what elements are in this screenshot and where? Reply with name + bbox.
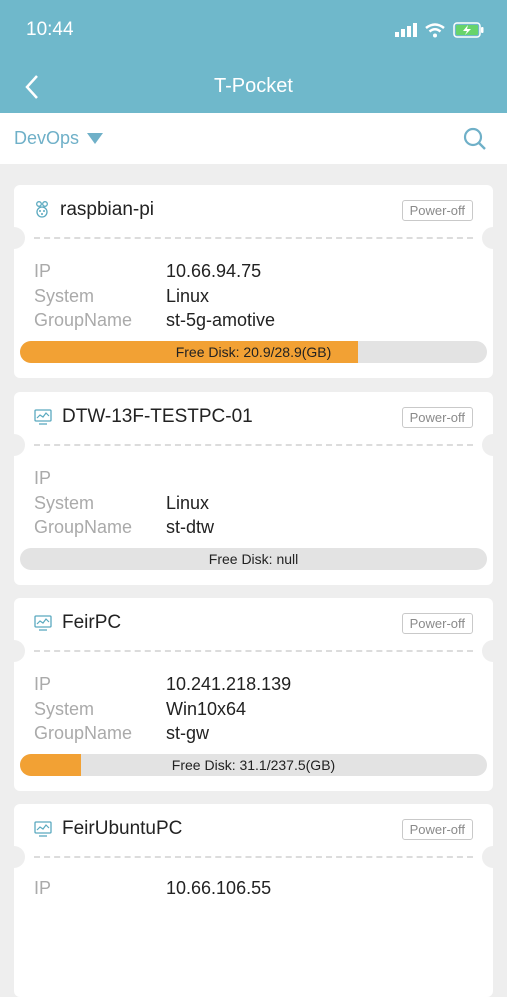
disk-bar: Free Disk: null [20,548,487,570]
raspberry-pi-icon [36,201,48,218]
groupname-label: GroupName [34,517,133,537]
system-label: System [34,286,95,306]
group-dropdown[interactable]: DevOps [14,128,104,149]
ip-value: 10.66.94.75 [166,261,262,281]
status-badge: Power-off [401,613,473,634]
top-bar: 10:44 T-Pocket [0,0,507,113]
signal-icon [395,23,417,37]
disk-text: Free Disk: null [208,551,299,567]
group-dropdown-label: DevOps [14,128,80,148]
divider [34,444,473,446]
groupname-value: st-5g-amotive [166,310,276,330]
ip-label: IP [34,468,52,488]
system-value: Win10x64 [166,699,247,719]
status-icons [395,22,485,38]
wifi-icon [425,22,445,37]
ip-value: 10.66.106.55 [166,878,272,898]
system-value: Linux [166,493,210,513]
disk-bar: Free Disk: 20.9/28.9(GB) [20,341,487,363]
device-name: FeirUbuntuPC [62,818,183,839]
ip-label: IP [34,674,52,694]
ip-label: IP [34,261,52,281]
system-value: Linux [166,286,210,306]
ip-value: 10.241.218.139 [166,674,292,694]
device-name: raspbian-pi [60,199,154,220]
device-card[interactable]: FeirPC Power-off IP 10.241.218.139 System… [3,598,504,791]
groupname-label: GroupName [34,310,133,330]
groupname-value: st-dtw [166,517,215,537]
divider [34,650,473,652]
monitor-icon [34,821,52,837]
system-label: System [34,699,95,719]
device-card[interactable]: DTW-13F-TESTPC-01 Power-off IP System Lin… [3,392,504,585]
device-card[interactable]: raspbian-pi Power-off IP 10.66.94.75 Syst… [3,185,504,378]
divider [34,856,473,858]
groupname-label: GroupName [34,723,133,743]
disk-bar: Free Disk: 31.1/237.5(GB) [20,754,487,776]
ip-label: IP [34,878,52,898]
device-card[interactable]: FeirUbuntuPC Power-off IP 10.66.106.55 [3,804,504,997]
page-title: T-Pocket [214,75,293,97]
disk-text: Free Disk: 20.9/28.9(GB) [175,344,332,360]
status-badge: Power-off [401,200,473,221]
status-badge: Power-off [401,819,473,840]
monitor-icon [34,615,52,631]
system-label: System [34,493,95,513]
monitor-icon [34,409,52,425]
groupname-value: st-gw [166,723,210,743]
status-time: 10:44 [26,19,74,40]
caret-down-icon [87,133,104,144]
status-badge: Power-off [401,407,473,428]
battery-charging-icon [453,22,484,38]
disk-text: Free Disk: 31.1/237.5(GB) [171,757,336,773]
search-icon[interactable] [463,127,487,151]
device-name: DTW-13F-TESTPC-01 [62,406,253,427]
device-name: FeirPC [62,612,122,633]
divider [34,237,473,239]
